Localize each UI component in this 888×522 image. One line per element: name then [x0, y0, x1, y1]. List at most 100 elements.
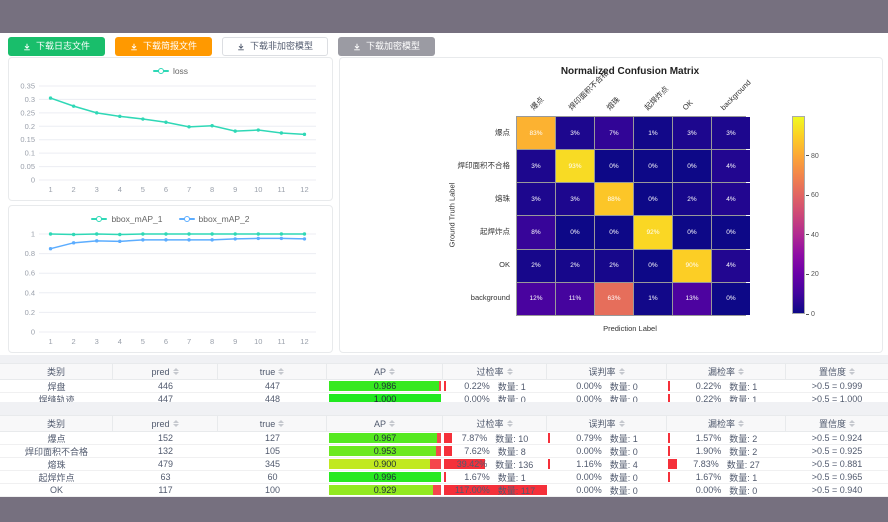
ap-cell: 0.953 [327, 446, 443, 456]
svg-text:0: 0 [31, 328, 35, 337]
column-header[interactable]: true [218, 364, 327, 379]
loss-line-chart: 00.050.10.150.20.250.30.3512345678910111… [9, 80, 326, 196]
svg-text:0.35: 0.35 [20, 82, 35, 91]
misjudge-rate-count: 数量: 1 [610, 432, 638, 444]
column-header[interactable]: true [218, 416, 327, 431]
column-header[interactable]: 置信度 [786, 364, 888, 379]
svg-text:2: 2 [72, 185, 76, 194]
misjudge-rate-pct: 0.00% [576, 472, 602, 482]
column-header[interactable]: AP [327, 416, 443, 431]
table-row: 焊印面积不合格1321050.9537.62%数量: 80.00%数量: 01.… [0, 445, 888, 458]
matrix-col-label: 熔珠 [605, 95, 622, 112]
column-header[interactable]: 误判率 [547, 416, 667, 431]
pred-value: 132 [113, 446, 218, 456]
heatmap-cell: 0% [634, 150, 672, 182]
y-axis-label: Ground Truth Label [448, 183, 457, 248]
matrix-row-label: 熔珠 [495, 182, 510, 215]
heatmap-cell: 4% [712, 150, 750, 182]
miss-detect-rate-pct: 1.90% [696, 446, 722, 456]
column-header[interactable]: pred [113, 416, 218, 431]
over-detect-rate-count: 数量: 136 [495, 458, 533, 470]
column-header[interactable]: 过检率 [443, 416, 547, 431]
sort-caret-icon[interactable] [278, 420, 284, 427]
column-header-label: pred [151, 367, 169, 377]
column-header[interactable]: AP [327, 364, 443, 379]
heatmap-cell: 7% [595, 117, 633, 149]
column-header[interactable]: 过检率 [443, 364, 547, 379]
download-button-1[interactable]: 下载日志文件 [8, 37, 105, 56]
over-detect-rate-pct: 7.62% [464, 446, 490, 456]
legend-item[interactable]: loss [153, 66, 188, 76]
miss-detect-rate-cell: 7.83%数量: 27 [667, 458, 786, 470]
misjudge-rate-pct: 0.00% [576, 485, 602, 495]
heatmap-cell: 2% [556, 250, 594, 282]
pred-value: 446 [113, 381, 218, 391]
sort-caret-icon[interactable] [507, 368, 513, 375]
heatmap-cell: 2% [517, 250, 555, 282]
heatmap-cell: 3% [712, 117, 750, 149]
confidence-value: >0.5 = 0.999 [786, 381, 888, 391]
column-header[interactable]: 误判率 [547, 364, 667, 379]
heatmap-cell: 0% [595, 216, 633, 248]
column-header-label: 漏检率 [708, 417, 735, 430]
download-button-3[interactable]: 下载非加密模型 [222, 37, 328, 56]
column-header-label: true [260, 419, 276, 429]
download-button-2[interactable]: 下载简报文件 [115, 37, 212, 56]
sort-caret-icon[interactable] [738, 368, 744, 375]
svg-text:0.3: 0.3 [25, 95, 35, 104]
table-row: 焊盘4464470.9860.22%数量: 10.00%数量: 00.22%数量… [0, 380, 888, 393]
heatmap-cell: 11% [556, 283, 594, 315]
sort-caret-icon[interactable] [619, 420, 625, 427]
svg-text:9: 9 [233, 337, 237, 346]
svg-text:0: 0 [31, 176, 35, 185]
svg-text:0.25: 0.25 [20, 108, 35, 117]
sort-caret-icon[interactable] [507, 420, 513, 427]
legend-item[interactable]: bbox_mAP_2 [179, 214, 250, 224]
table-header-row: 类别predtrueAP过检率误判率漏检率置信度 [0, 363, 888, 380]
ap-bar-track: 0.929 [329, 485, 441, 495]
column-header-label: 类别 [47, 417, 65, 430]
misjudge-rate-count: 数量: 0 [610, 380, 638, 392]
sort-caret-icon[interactable] [278, 368, 284, 375]
svg-text:11: 11 [277, 337, 285, 346]
column-header[interactable]: 置信度 [786, 416, 888, 431]
over-detect-rate-cell: 1.67%数量: 1 [443, 471, 547, 483]
download-button-4[interactable]: 下载加密模型 [338, 37, 435, 56]
heatmap-cell: 0% [673, 150, 711, 182]
miss-detect-rate-cell: 0.00%数量: 0 [667, 484, 786, 496]
legend-label: bbox_mAP_2 [199, 214, 250, 224]
heatmap-cell: 0% [595, 150, 633, 182]
sort-caret-icon[interactable] [849, 420, 855, 427]
column-header[interactable]: pred [113, 364, 218, 379]
download-button-label: 下载日志文件 [36, 42, 90, 51]
matrix-row-label: OK [499, 248, 510, 281]
true-value: 127 [218, 433, 327, 443]
misjudge-rate-cell: 0.00%数量: 0 [547, 380, 667, 392]
sort-caret-icon[interactable] [738, 420, 744, 427]
miss-detect-rate-count: 数量: 27 [727, 458, 760, 470]
ap-cell: 0.967 [327, 433, 443, 443]
sort-caret-icon[interactable] [619, 368, 625, 375]
sort-caret-icon[interactable] [389, 368, 395, 375]
heatmap-cell: 0% [712, 283, 750, 315]
sort-caret-icon[interactable] [389, 420, 395, 427]
over-detect-rate-cell: 0.22%数量: 1 [443, 380, 547, 392]
column-header[interactable]: 漏检率 [667, 364, 786, 379]
heatmap-cell: 1% [634, 117, 672, 149]
rate-bar [668, 459, 677, 469]
column-header[interactable]: 漏检率 [667, 416, 786, 431]
table-row: OK1171000.929117.00%数量: 1170.00%数量: 00.0… [0, 484, 888, 497]
svg-text:2: 2 [72, 337, 76, 346]
sort-caret-icon[interactable] [849, 368, 855, 375]
sort-caret-icon[interactable] [173, 368, 179, 375]
ap-value: 0.986 [329, 381, 441, 391]
confidence-value: >0.5 = 0.925 [786, 446, 888, 456]
miss-detect-rate-pct: 0.00% [696, 485, 722, 495]
matrix-col-label: 起焊炸点 [643, 84, 671, 112]
true-value: 100 [218, 485, 327, 495]
over-detect-rate-pct: 117.00% [455, 485, 490, 495]
legend-item[interactable]: bbox_mAP_1 [91, 214, 162, 224]
top-window-strip [0, 0, 888, 33]
sort-caret-icon[interactable] [173, 420, 179, 427]
heatmap-cell: 3% [673, 117, 711, 149]
